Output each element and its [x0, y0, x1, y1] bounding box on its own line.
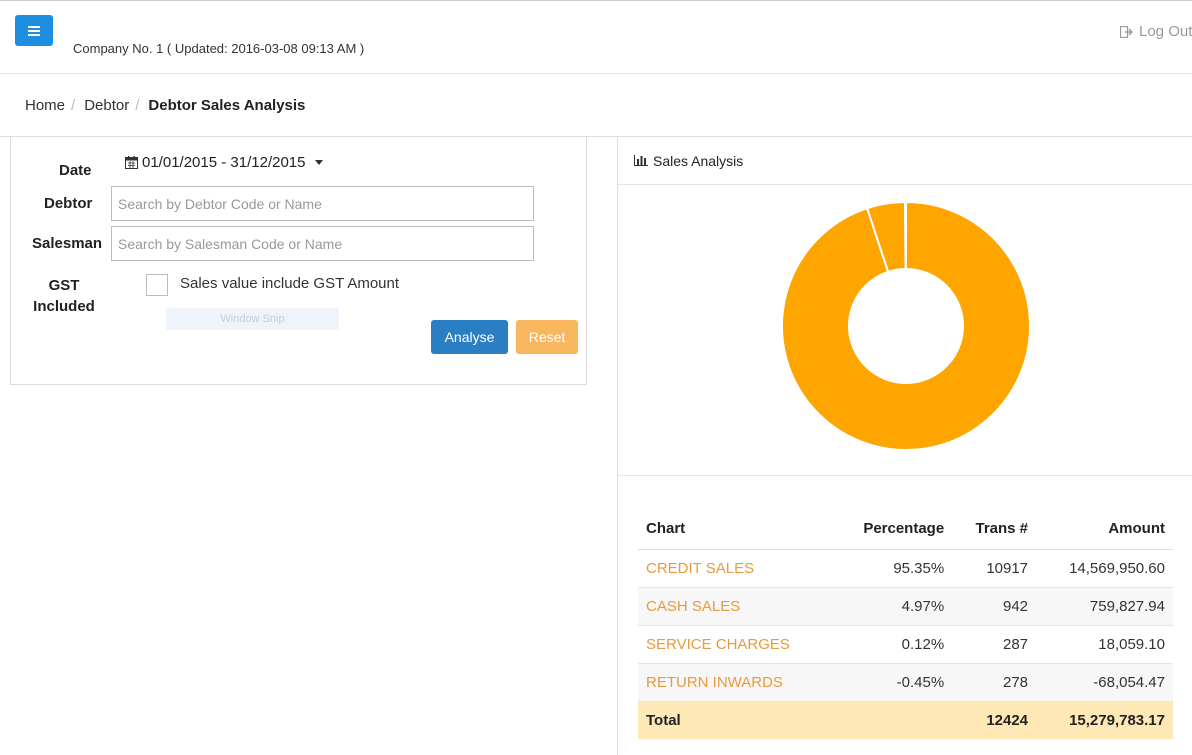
row-trans: 10917 — [952, 548, 1037, 587]
row-amount: 14,569,950.60 — [1036, 548, 1173, 587]
row-category[interactable]: CREDIT SALES — [638, 548, 834, 587]
col-percentage: Percentage — [833, 509, 953, 550]
col-amount: Amount — [1036, 509, 1173, 550]
total-percentage — [833, 700, 953, 739]
row-category[interactable]: RETURN INWARDS — [638, 662, 834, 701]
breadcrumb-debtor[interactable]: Debtor — [84, 97, 129, 114]
breadcrumb-separator: / — [135, 96, 140, 114]
breadcrumb-home[interactable]: Home — [25, 97, 65, 114]
top-navbar: Company No. 1 ( Updated: 2016-03-08 09:1… — [0, 0, 1192, 74]
hamburger-icon — [28, 25, 40, 36]
date-range-value: 01/01/2015 - 31/12/2015 — [142, 154, 306, 171]
table-row[interactable]: CASH SALES 4.97% 942 759,827.94 — [638, 586, 1173, 625]
company-info: Company No. 1 ( Updated: 2016-03-08 09:1… — [73, 41, 365, 56]
row-trans: 942 — [952, 586, 1037, 625]
salesman-search-input[interactable] — [111, 226, 534, 261]
breadcrumb-current: Debtor Sales Analysis — [148, 96, 306, 114]
table-row[interactable]: CREDIT SALES 95.35% 10917 14,569,950.60 — [638, 548, 1173, 587]
logout-label: Log Out — [1139, 23, 1192, 40]
row-amount: 759,827.94 — [1036, 586, 1173, 625]
menu-toggle-button[interactable] — [15, 15, 53, 46]
row-percentage: -0.45% — [833, 662, 953, 701]
row-category[interactable]: SERVICE CHARGES — [638, 624, 834, 663]
window-snip-overlay: Window Snip — [166, 308, 339, 330]
table-header-row: Chart Percentage Trans # Amount — [638, 509, 1173, 550]
total-amount: 15,279,783.17 — [1036, 700, 1173, 739]
gst-label-line1: GST — [48, 277, 80, 294]
gst-label: GST Included — [31, 275, 97, 317]
row-trans: 287 — [952, 624, 1037, 663]
donut-chart — [618, 186, 1192, 476]
chevron-down-icon — [315, 160, 324, 165]
total-row: Total 12424 15,279,783.17 — [638, 700, 1173, 739]
total-trans: 12424 — [952, 700, 1037, 739]
row-amount: -68,054.47 — [1036, 662, 1173, 701]
donut-chart-svg — [781, 200, 1031, 451]
col-chart: Chart — [638, 509, 834, 550]
debtor-label: Debtor — [44, 195, 93, 212]
donut-slice-service-charges[interactable] — [904, 200, 907, 271]
row-percentage: 4.97% — [833, 586, 953, 625]
filter-panel: Date 01/01/2015 - 31/12/2015 Debtor Sale… — [10, 137, 587, 385]
date-label: Date — [59, 162, 92, 179]
total-label: Total — [638, 700, 834, 739]
reset-button[interactable]: Reset — [516, 320, 578, 354]
sales-analysis-panel: Sales Analysis Chart Percentage Trans # … — [617, 137, 1192, 755]
logout-link[interactable]: Log Out — [1120, 23, 1192, 40]
gst-checkbox[interactable] — [146, 274, 168, 296]
table-row[interactable]: SERVICE CHARGES 0.12% 287 18,059.10 — [638, 624, 1173, 663]
analyse-button[interactable]: Analyse — [431, 320, 508, 354]
panel-title: Sales Analysis — [653, 152, 744, 169]
breadcrumb: Home / Debtor / Debtor Sales Analysis — [0, 74, 1192, 137]
row-percentage: 95.35% — [833, 548, 953, 587]
row-amount: 18,059.10 — [1036, 624, 1173, 663]
panel-header: Sales Analysis — [618, 137, 1192, 185]
row-percentage: 0.12% — [833, 624, 953, 663]
salesman-label: Salesman — [32, 235, 103, 252]
calendar-icon — [125, 156, 138, 169]
row-category[interactable]: CASH SALES — [638, 586, 834, 625]
row-trans: 278 — [952, 662, 1037, 701]
gst-label-line2: Included — [33, 298, 95, 315]
gst-checkbox-label: Sales value include GST Amount — [180, 275, 400, 292]
bar-chart-icon — [634, 155, 648, 166]
breadcrumb-separator: / — [71, 96, 76, 114]
table-row[interactable]: RETURN INWARDS -0.45% 278 -68,054.47 — [638, 662, 1173, 701]
debtor-search-input[interactable] — [111, 186, 534, 221]
date-range-picker[interactable]: 01/01/2015 - 31/12/2015 — [125, 154, 324, 171]
col-trans: Trans # — [952, 509, 1037, 550]
sales-table: Chart Percentage Trans # Amount CREDIT S… — [638, 509, 1173, 739]
sign-out-icon — [1120, 25, 1134, 38]
